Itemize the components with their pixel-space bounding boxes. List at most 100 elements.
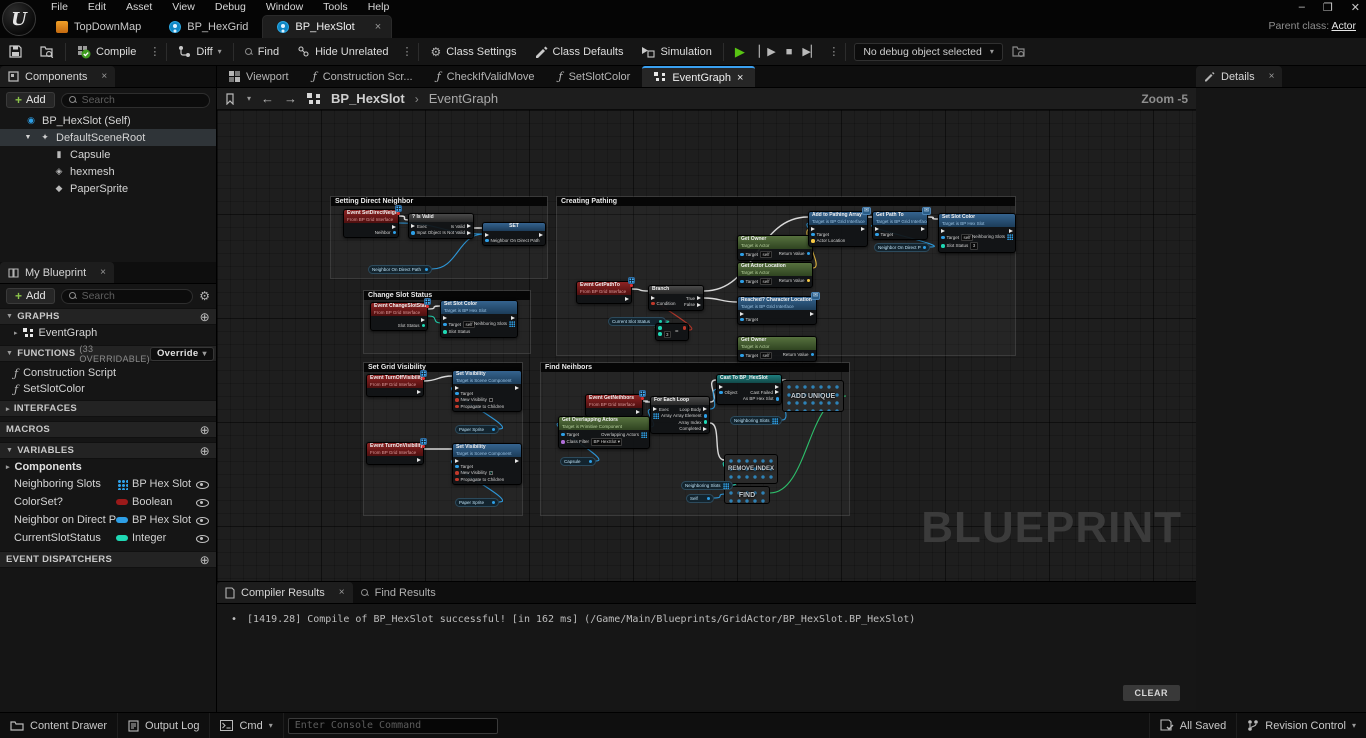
debug-object-dropdown[interactable]: No debug object selected▾: [854, 43, 1003, 61]
pin-value[interactable]: self: [760, 251, 772, 258]
data-pin[interactable]: [683, 326, 687, 330]
variables-components-group[interactable]: ▸Components: [0, 459, 216, 475]
visibility-eye-icon[interactable]: [196, 532, 208, 544]
bookmark-icon[interactable]: [225, 93, 237, 105]
getter-node-paper-sprite[interactable]: Paper Sprite: [455, 498, 499, 507]
exec-pin[interactable]: [810, 312, 814, 316]
data-pin[interactable]: [455, 405, 459, 409]
data-pin[interactable]: [941, 244, 945, 248]
node-reached-character-location[interactable]: ✉Reached? Character LocationTarget is BP…: [737, 296, 817, 325]
pin-value[interactable]: self: [760, 278, 772, 285]
exec-pin[interactable]: [636, 410, 640, 414]
settings-gear-icon[interactable]: ⚙: [199, 289, 210, 303]
exec-pin[interactable]: [921, 227, 925, 231]
data-pin[interactable]: [807, 252, 811, 256]
components-search-input[interactable]: Search: [61, 93, 210, 108]
exec-pin[interactable]: [697, 296, 701, 300]
back-button[interactable]: ←: [261, 91, 274, 106]
node-for-each-loop[interactable]: For Each LoopExecArrayLoop BodyArray Ele…: [650, 396, 710, 434]
exec-pin[interactable]: [719, 385, 723, 389]
data-pin[interactable]: [740, 354, 744, 358]
exec-pin[interactable]: [697, 303, 701, 307]
clear-button[interactable]: CLEAR: [1123, 685, 1181, 701]
unreal-logo-icon[interactable]: U: [2, 2, 36, 36]
component-row-bp-hexslot-self[interactable]: ◉BP_HexSlot (Self): [0, 112, 216, 129]
node-branch[interactable]: BranchConditionTrueFalse: [648, 285, 704, 311]
data-pin[interactable]: [658, 326, 662, 330]
menu-edit[interactable]: Edit: [79, 0, 115, 14]
add-variable-icon[interactable]: ⊕: [200, 444, 210, 458]
breadcrumb-current[interactable]: EventGraph: [429, 91, 498, 106]
eventgraph-item[interactable]: ▸ EventGraph: [0, 325, 216, 341]
node-event-turnoffvisibility[interactable]: Event TurnOffVisibilityFrom BP Grid Inte…: [366, 374, 424, 397]
data-pin[interactable]: [707, 497, 710, 500]
data-pin[interactable]: [704, 420, 708, 424]
array-pin[interactable]: [1007, 234, 1013, 240]
expand-arrow-icon[interactable]: ▼: [22, 134, 34, 141]
class-settings-button[interactable]: ⚙Class Settings: [421, 38, 525, 66]
array-pin[interactable]: [772, 418, 778, 424]
override-dropdown[interactable]: Override▾: [150, 347, 214, 361]
menu-view[interactable]: View: [163, 0, 204, 14]
node-get-path-to[interactable]: ✉Get Path ToTarget is BP Grid InterfaceT…: [872, 211, 928, 240]
graph-tab-eventgraph[interactable]: EventGraph×: [642, 66, 755, 87]
close-icon[interactable]: ×: [1269, 71, 1275, 82]
exec-pin[interactable]: [515, 459, 519, 463]
data-pin[interactable]: [455, 398, 459, 402]
node-get-owner[interactable]: Get OwnerTarget is ActorTargetselfReturn…: [737, 235, 813, 261]
getter-node-neighbor-on-direct-path[interactable]: Neighbor On Direct Path: [874, 243, 930, 252]
data-pin[interactable]: [589, 460, 592, 463]
exec-pin[interactable]: [651, 296, 655, 300]
section-event-dispatchers[interactable]: EVENT DISPATCHERS⊕: [0, 551, 216, 568]
play-options-kebab[interactable]: ⋮: [824, 45, 843, 58]
tab-compiler-results[interactable]: Compiler Results ×: [217, 582, 353, 603]
visibility-eye-icon[interactable]: [196, 478, 208, 490]
node-event-setdirectneighbor[interactable]: Event SetDirectNeighborFrom BP Grid Inte…: [343, 209, 399, 238]
data-pin[interactable]: [658, 332, 662, 336]
menu-debug[interactable]: Debug: [206, 0, 255, 14]
node-set[interactable]: SETNeighbor On Direct Path: [482, 222, 546, 246]
parent-class-link[interactable]: Actor: [1331, 20, 1356, 32]
data-pin[interactable]: [492, 501, 495, 504]
data-pin[interactable]: [719, 391, 723, 395]
eject-button[interactable]: ▶▏: [797, 38, 824, 66]
menu-tools[interactable]: Tools: [314, 0, 357, 14]
play-button[interactable]: ▶: [726, 38, 754, 66]
function-item-setslotcolor[interactable]: ƒSetSlotColor: [0, 381, 216, 397]
array-pin[interactable]: [653, 413, 659, 419]
variable-row-neighboring-slots[interactable]: Neighboring SlotsBP Hex Slot: [0, 475, 216, 493]
exec-pin[interactable]: [539, 233, 543, 237]
node-set-slot-color[interactable]: Set Slot ColorTarget is BP Hex SlotTarge…: [440, 300, 518, 338]
node-set-visibility[interactable]: Set VisibilityTarget is Scene ComponentT…: [452, 370, 522, 412]
data-pin[interactable]: [455, 478, 459, 482]
component-row-defaultsceneroot[interactable]: ▼✦DefaultSceneRoot: [0, 129, 216, 146]
bookmark-chevron-icon[interactable]: ▾: [247, 94, 251, 103]
compile-options-kebab[interactable]: ⋮: [145, 45, 164, 58]
tab-details[interactable]: Details ×: [1196, 66, 1282, 87]
exec-pin[interactable]: [740, 312, 744, 316]
node-event-getneihbors[interactable]: Event GetNeihborsFrom BP Grid Interface: [585, 394, 643, 417]
node-get-overlapping-actors[interactable]: Get Overlapping ActorsTarget is Primitiv…: [558, 416, 650, 449]
data-pin[interactable]: [651, 302, 655, 306]
node-event-turnonvisibility[interactable]: Event TurnOnVisibilityFrom BP Grid Inter…: [366, 442, 424, 465]
node-[interactable]: 3=: [655, 323, 689, 341]
exec-pin[interactable]: [653, 407, 657, 411]
exec-pin[interactable]: [941, 229, 945, 233]
graph-canvas[interactable]: BLUEPRINT Setting Direct NeighborCreatin…: [217, 110, 1196, 581]
add-dispatcher-icon[interactable]: ⊕: [200, 553, 210, 567]
revision-control-button[interactable]: Revision Control▾: [1236, 713, 1366, 738]
class-defaults-button[interactable]: Class Defaults: [526, 38, 633, 66]
getter-node-neighboring-slots[interactable]: Neighboring Slots: [730, 416, 782, 425]
exec-pin[interactable]: [511, 316, 515, 320]
asset-tab-topdownmap[interactable]: TopDownMap: [42, 15, 155, 38]
data-pin[interactable]: [411, 231, 415, 235]
exec-pin[interactable]: [467, 231, 471, 235]
node-cast-to-bp-hexslot[interactable]: Cast To BP_HexSlotObjectCast FailedAs BP…: [716, 374, 782, 405]
menu-help[interactable]: Help: [359, 0, 399, 14]
tab-my-blueprint[interactable]: My Blueprint ×: [0, 262, 114, 283]
data-pin[interactable]: [492, 428, 495, 431]
section-functions[interactable]: ▼FUNCTIONS(33 OVERRIDABLE)Override▾⊕: [0, 345, 216, 362]
node-event-changeslotstatus[interactable]: Event ChangeSlotStatusFrom BP Grid Inter…: [370, 302, 428, 331]
data-pin[interactable]: [422, 324, 426, 328]
find-button[interactable]: Find: [236, 38, 288, 66]
